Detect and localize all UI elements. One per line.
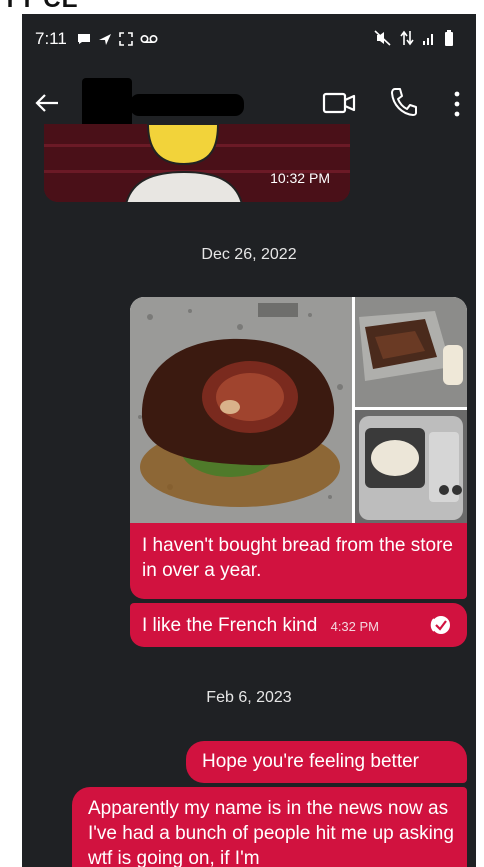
screen-capture-icon — [119, 32, 133, 46]
mute-icon — [374, 30, 391, 46]
phone-screen: 7:11 10:32 PM Dec 26, 2022 I haven't bou… — [22, 14, 476, 867]
message-time: 10:32 PM — [270, 170, 330, 186]
read-receipt-icon — [430, 616, 450, 634]
message-bubble-outgoing[interactable]: Apparently my name is in the news now as… — [72, 787, 467, 867]
battery-icon — [445, 30, 453, 46]
signal-icon — [423, 34, 433, 45]
photo-collage[interactable] — [130, 297, 467, 523]
avatar[interactable] — [82, 78, 132, 128]
message-text: I like the French kind — [142, 615, 318, 636]
contact-name[interactable] — [130, 94, 244, 116]
message-list[interactable]: 10:32 PM Dec 26, 2022 I haven't bought b… — [22, 124, 476, 867]
status-right-icons — [374, 30, 454, 46]
arrow-left-icon — [35, 94, 58, 112]
status-time: 7:11 — [35, 29, 67, 48]
prime-rib-photo[interactable] — [130, 297, 352, 523]
chat-bubble-icon — [77, 34, 90, 44]
status-left-icons — [77, 32, 158, 46]
send-icon — [98, 34, 111, 45]
video-call-icon — [322, 92, 356, 114]
message-bubble-outgoing[interactable]: I haven't bought bread from the store in… — [130, 523, 467, 599]
date-separator: Feb 6, 2023 — [206, 689, 292, 706]
back-button[interactable] — [32, 88, 62, 118]
more-vert-icon — [454, 91, 460, 117]
status-bar: 7:11 — [22, 14, 476, 64]
sliced-meat-photo[interactable] — [355, 297, 467, 407]
date-separator: Dec 26, 2022 — [201, 246, 297, 263]
phone-icon — [391, 88, 417, 116]
earlier-image-message[interactable]: 10:32 PM — [44, 124, 350, 202]
video-call-button[interactable] — [322, 88, 358, 118]
message-bubble-outgoing[interactable]: Hope you're feeling better — [186, 741, 467, 783]
message-bubble-outgoing[interactable]: I like the French kind 4:32 PM — [130, 603, 467, 647]
voicemail-icon — [140, 34, 158, 44]
message-time: 4:32 PM — [330, 619, 380, 634]
more-options-button[interactable] — [447, 87, 467, 121]
cartoon-image — [44, 124, 350, 202]
data-arrows-icon — [400, 30, 414, 46]
cropped-header-text: YY CE — [2, 0, 79, 14]
bread-machine-photo[interactable] — [355, 410, 467, 523]
voice-call-button[interactable] — [388, 86, 418, 118]
